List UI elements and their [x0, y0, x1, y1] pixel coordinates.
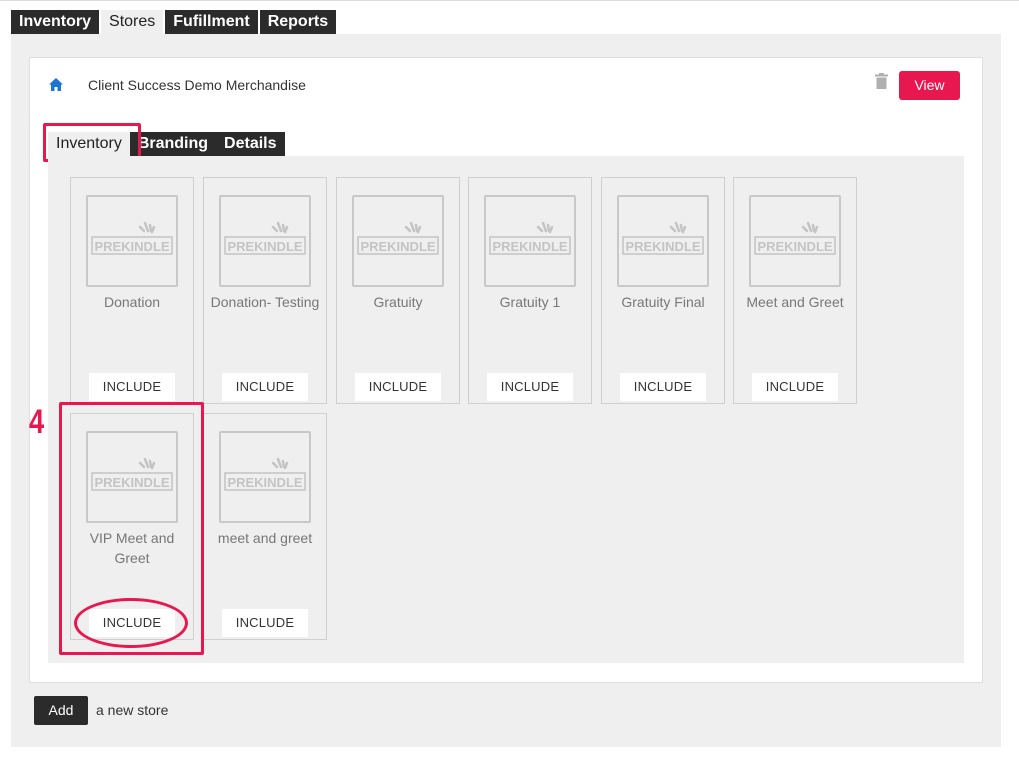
product-name: meet and greet: [217, 530, 313, 546]
placeholder-logo-icon: PREKINDLE: [754, 221, 836, 255]
tab-stores[interactable]: Stores: [101, 10, 164, 34]
store-name: Client Success Demo Merchandise: [88, 77, 306, 93]
placeholder-logo-text: PREKINDLE: [360, 239, 435, 254]
include-button[interactable]: INCLUDE: [487, 373, 573, 401]
tab-fulfillment[interactable]: Fufillment: [165, 10, 258, 34]
product-name: Gratuity 1: [499, 294, 561, 310]
product-image: PREKINDLE: [352, 195, 444, 287]
product-image: PREKINDLE: [219, 195, 311, 287]
product-card: PREKINDLE meet and greet INCLUDE: [203, 413, 327, 640]
product-image: PREKINDLE: [484, 195, 576, 287]
store-tab-branding[interactable]: Branding: [130, 132, 216, 156]
tab-reports[interactable]: Reports: [259, 10, 337, 34]
placeholder-logo-icon: PREKINDLE: [489, 221, 571, 255]
placeholder-logo-text: PREKINDLE: [94, 239, 169, 254]
include-button[interactable]: INCLUDE: [752, 373, 838, 401]
include-button[interactable]: INCLUDE: [89, 373, 175, 401]
main-nav-tabs: Inventory Stores Fufillment Reports: [11, 10, 338, 34]
trash-icon[interactable]: [875, 73, 888, 89]
annotation-highlight-ellipse: [74, 598, 188, 648]
home-icon[interactable]: [49, 78, 63, 91]
product-name: Gratuity: [373, 294, 423, 310]
product-name: Gratuity Final: [621, 294, 705, 310]
add-store-button[interactable]: Add: [34, 696, 88, 725]
product-name: Donation- Testing: [210, 294, 320, 310]
product-image: PREKINDLE: [617, 195, 709, 287]
product-card: PREKINDLE Donation INCLUDE: [70, 177, 194, 404]
placeholder-logo-icon: PREKINDLE: [224, 457, 306, 491]
include-button[interactable]: INCLUDE: [222, 609, 308, 637]
product-image: PREKINDLE: [86, 195, 178, 287]
product-card: PREKINDLE Meet and Greet INCLUDE: [733, 177, 857, 404]
product-card: PREKINDLE Gratuity Final INCLUDE: [601, 177, 725, 404]
product-image: PREKINDLE: [749, 195, 841, 287]
product-card: PREKINDLE Donation- Testing INCLUDE: [203, 177, 327, 404]
product-card: PREKINDLE Gratuity INCLUDE: [336, 177, 460, 404]
include-button[interactable]: INCLUDE: [222, 373, 308, 401]
view-store-button[interactable]: View: [899, 71, 960, 100]
product-card: PREKINDLE Gratuity 1 INCLUDE: [468, 177, 592, 404]
placeholder-logo-icon: PREKINDLE: [622, 221, 704, 255]
placeholder-logo-text: PREKINDLE: [227, 239, 302, 254]
annotation-step-number: 4: [29, 403, 45, 441]
placeholder-logo-text: PREKINDLE: [625, 239, 700, 254]
placeholder-logo-text: PREKINDLE: [492, 239, 567, 254]
store-tab-details[interactable]: Details: [216, 132, 284, 156]
include-button[interactable]: INCLUDE: [355, 373, 441, 401]
product-name: Donation: [103, 294, 161, 310]
placeholder-logo-icon: PREKINDLE: [91, 221, 173, 255]
product-name: Meet and Greet: [746, 294, 844, 310]
placeholder-logo-icon: PREKINDLE: [224, 221, 306, 255]
placeholder-logo-icon: PREKINDLE: [357, 221, 439, 255]
product-image: PREKINDLE: [219, 431, 311, 523]
placeholder-logo-text: PREKINDLE: [757, 239, 832, 254]
add-store-text: a new store: [96, 702, 169, 718]
include-button[interactable]: INCLUDE: [620, 373, 706, 401]
placeholder-logo-text: PREKINDLE: [227, 475, 302, 490]
top-divider: [0, 0, 1019, 1]
tab-inventory[interactable]: Inventory: [11, 10, 100, 34]
